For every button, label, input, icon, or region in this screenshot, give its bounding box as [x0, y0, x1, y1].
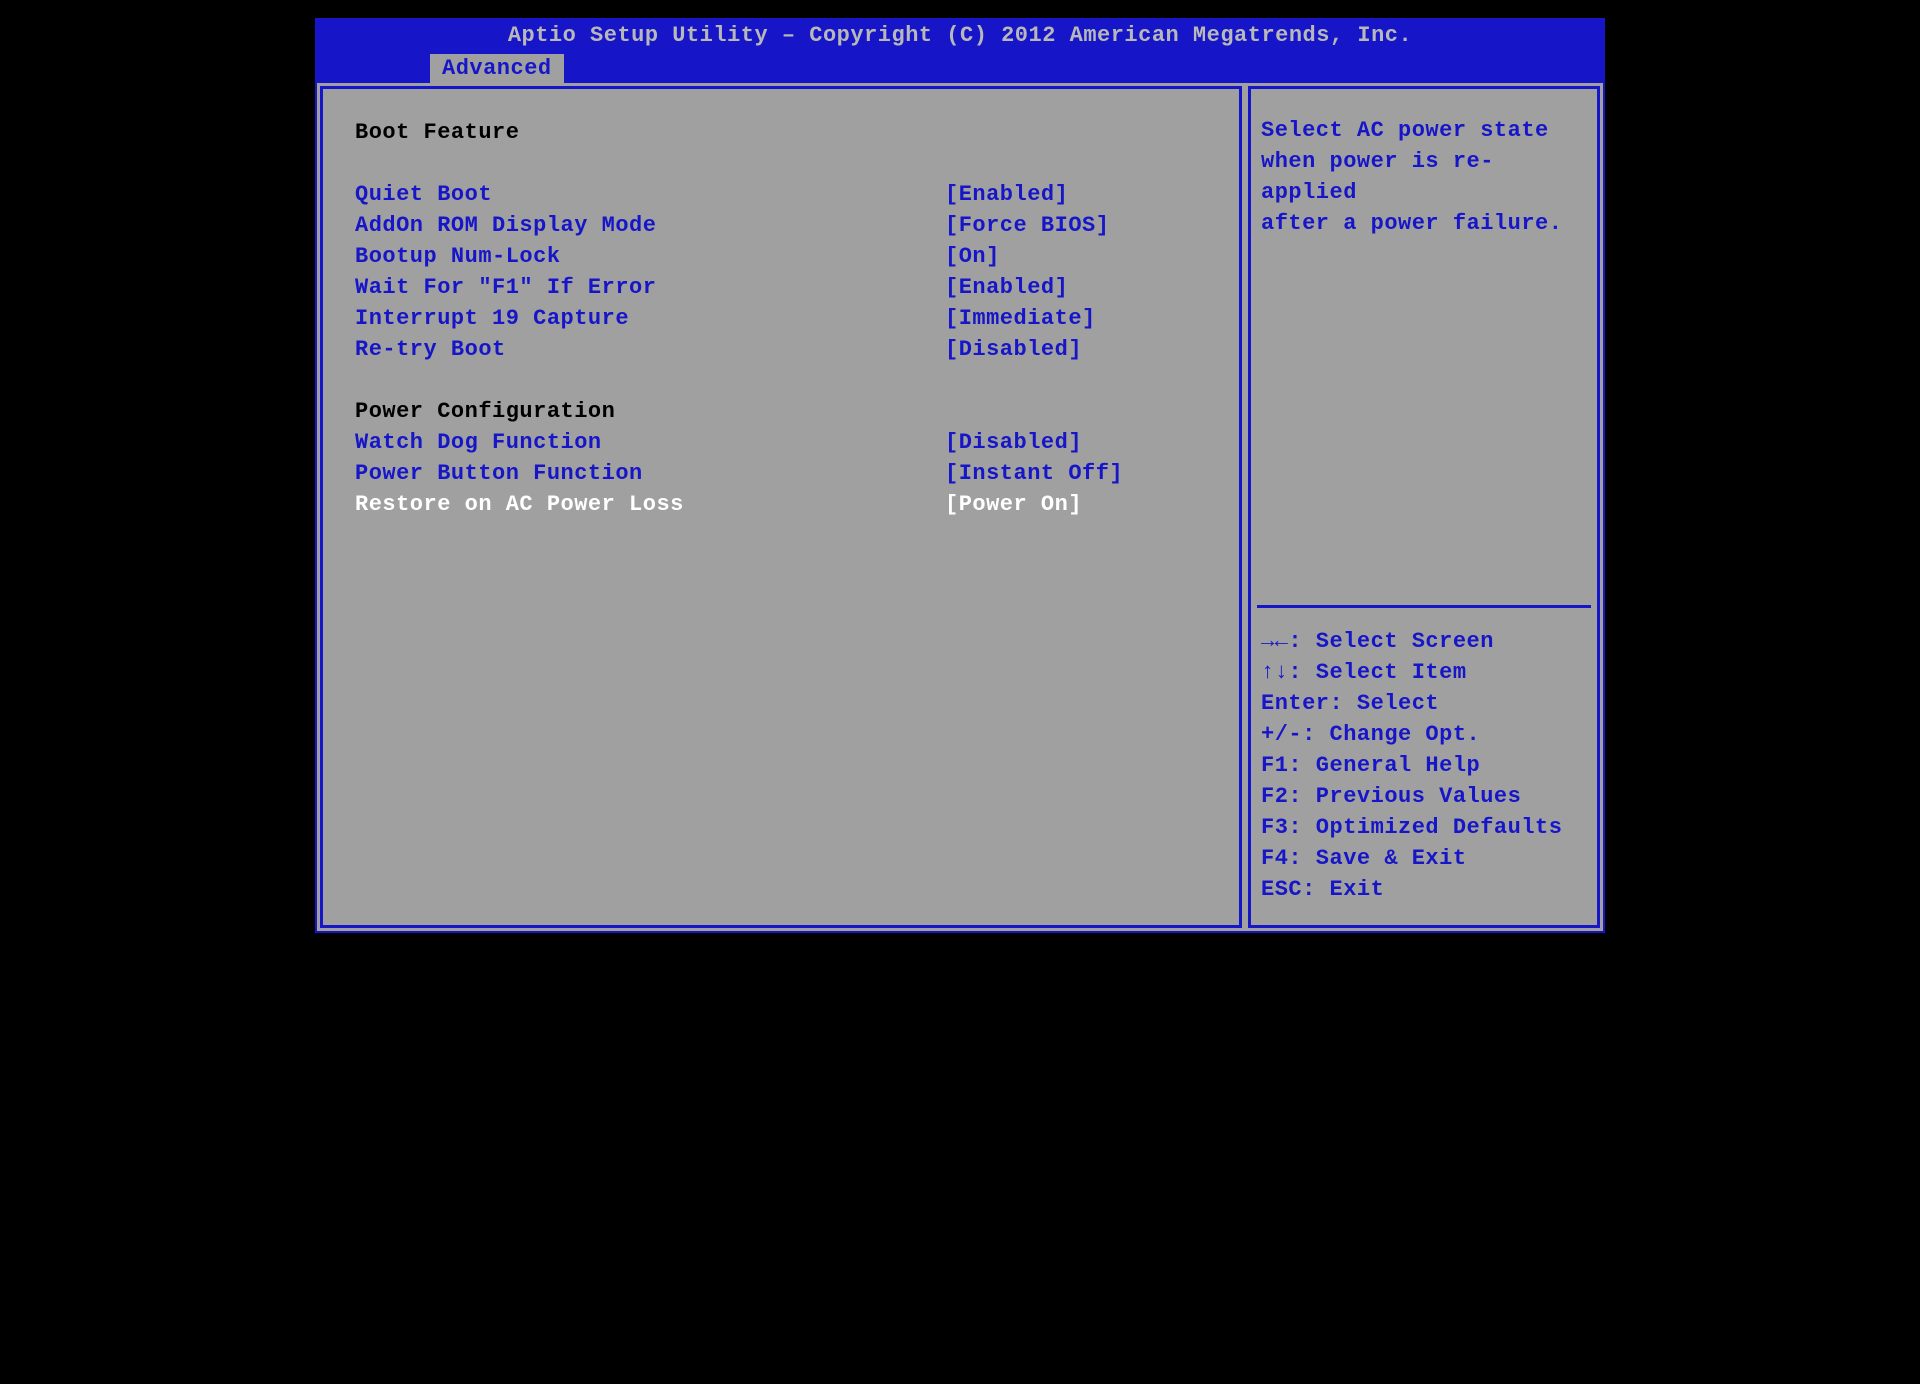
key-f3: F3: Optimized Defaults: [1261, 812, 1587, 843]
setting-label: Quiet Boot: [355, 179, 945, 210]
setting-value: [Enabled]: [945, 179, 1221, 210]
setting-quiet-boot[interactable]: Quiet Boot [Enabled]: [355, 179, 1221, 210]
help-panel: Select AC power state when power is re-a…: [1245, 83, 1603, 931]
tab-advanced[interactable]: Advanced: [429, 53, 565, 83]
tab-label: Advanced: [442, 56, 552, 81]
setting-int19[interactable]: Interrupt 19 Capture [Immediate]: [355, 303, 1221, 334]
help-line: when power is re-applied: [1261, 146, 1587, 208]
tab-row: Advanced: [315, 53, 1605, 83]
bios-window: Aptio Setup Utility – Copyright (C) 2012…: [315, 0, 1605, 933]
setting-watchdog[interactable]: Watch Dog Function [Disabled]: [355, 427, 1221, 458]
title-text: Aptio Setup Utility – Copyright (C) 2012…: [508, 23, 1412, 48]
setting-label: AddOn ROM Display Mode: [355, 210, 945, 241]
main-panels: Boot Feature Quiet Boot [Enabled] AddOn …: [315, 83, 1605, 933]
setting-value: [Disabled]: [945, 427, 1221, 458]
setting-label: Watch Dog Function: [355, 427, 945, 458]
setting-value: [Power On]: [945, 489, 1221, 520]
setting-label: Interrupt 19 Capture: [355, 303, 945, 334]
setting-value: [Disabled]: [945, 334, 1221, 365]
setting-value: [On]: [945, 241, 1221, 272]
help-line: Select AC power state: [1261, 115, 1587, 146]
setting-label: Re-try Boot: [355, 334, 945, 365]
setting-value: [Immediate]: [945, 303, 1221, 334]
key-select-item: ↑↓: Select Item: [1261, 657, 1587, 688]
key-f1: F1: General Help: [1261, 750, 1587, 781]
key-enter: Enter: Select: [1261, 688, 1587, 719]
section-boot-feature: Boot Feature: [355, 117, 1221, 148]
spacer: [355, 365, 1221, 396]
setting-label: Bootup Num-Lock: [355, 241, 945, 272]
setting-numlock[interactable]: Bootup Num-Lock [On]: [355, 241, 1221, 272]
setting-label: Restore on AC Power Loss: [355, 489, 945, 520]
setting-ac-power-loss[interactable]: Restore on AC Power Loss [Power On]: [355, 489, 1221, 520]
setting-value: [Force BIOS]: [945, 210, 1221, 241]
key-f2__PD_INDEX__: F2: Previous Values: [1261, 781, 1587, 812]
setting-label: Wait For "F1" If Error: [355, 272, 945, 303]
settings-panel: Boot Feature Quiet Boot [Enabled] AddOn …: [317, 83, 1245, 931]
setting-value: [Enabled]: [945, 272, 1221, 303]
setting-power-button[interactable]: Power Button Function [Instant Off]: [355, 458, 1221, 489]
help-text: Select AC power state when power is re-a…: [1251, 89, 1597, 605]
setting-retry-boot[interactable]: Re-try Boot [Disabled]: [355, 334, 1221, 365]
key-change-opt: +/-: Change Opt.: [1261, 719, 1587, 750]
setting-label: Power Button Function: [355, 458, 945, 489]
key-esc: ESC: Exit: [1261, 874, 1587, 905]
section-power-config: Power Configuration: [355, 396, 1221, 427]
setting-value: [Instant Off]: [945, 458, 1221, 489]
key-legend: →←: Select Screen ↑↓: Select Item Enter:…: [1251, 608, 1597, 925]
title-bar: Aptio Setup Utility – Copyright (C) 2012…: [315, 18, 1605, 53]
key-f4: F4: Save & Exit: [1261, 843, 1587, 874]
setting-wait-f1[interactable]: Wait For "F1" If Error [Enabled]: [355, 272, 1221, 303]
help-line: after a power failure.: [1261, 208, 1587, 239]
setting-addon-rom[interactable]: AddOn ROM Display Mode [Force BIOS]: [355, 210, 1221, 241]
key-select-screen: →←: Select Screen: [1261, 626, 1587, 657]
spacer: [355, 148, 1221, 179]
